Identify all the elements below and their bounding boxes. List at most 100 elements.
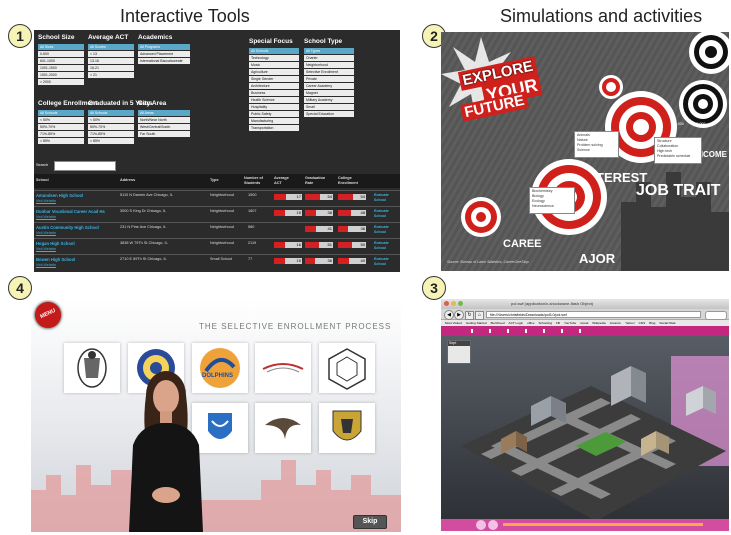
filter-option[interactable]: All Types (304, 48, 354, 54)
filter-option[interactable]: Neighborhood (304, 62, 354, 68)
evaluate-school-link[interactable]: Evaluate School (374, 193, 398, 203)
filter-option[interactable]: 1501-2000 (38, 72, 84, 78)
school-name-link[interactable]: Austin Community High School (36, 225, 99, 230)
filter-option[interactable]: 16-21 (88, 65, 134, 71)
job-trait-list[interactable]: Structure Collaboration High tech Predictab… (654, 137, 702, 164)
filter-option[interactable]: > 21 (88, 72, 134, 78)
back-button[interactable]: ◀ (444, 310, 454, 320)
filter-option[interactable]: 71%-85% (88, 131, 134, 137)
filter-option[interactable]: Special Education (304, 111, 354, 117)
school-logo-card[interactable] (319, 403, 375, 453)
bookmark-item[interactable]: CDS (639, 321, 646, 325)
filter-option[interactable]: All Sizes (38, 44, 84, 50)
school-name-link[interactable]: Dunbar Vocational Career Acad Hs (36, 209, 105, 214)
filter-option[interactable]: 50%-70% (88, 124, 134, 130)
filter-option[interactable]: Business (249, 90, 299, 96)
evaluate-school-link[interactable]: Evaluate School (374, 225, 398, 235)
bookmark-item[interactable]: Yahoo! (625, 321, 635, 325)
list-item[interactable]: Predictable schedule (657, 154, 699, 159)
school-name-link[interactable]: Amundsen High School (36, 193, 83, 198)
menu-button[interactable]: MENU (35, 302, 61, 328)
visit-website-link[interactable]: Visit Website (36, 231, 56, 235)
filter-option[interactable]: 71%-85% (38, 131, 84, 137)
zoom-window-icon[interactable] (458, 301, 463, 306)
filter-option[interactable]: Hospitality (249, 104, 299, 110)
reload-icon[interactable]: ↻ (465, 311, 474, 320)
filter-option[interactable]: Agriculture (249, 69, 299, 75)
school-name-link[interactable]: Hogan High School (36, 241, 75, 246)
school-logo-card[interactable] (319, 343, 375, 393)
bookmark-item[interactable]: ACT Login (509, 321, 524, 325)
bookmark-item[interactable]: Social Ntwk (659, 321, 675, 325)
url-bar[interactable]: file:///Users/chrisfields/Downloads/pol3… (486, 310, 701, 318)
filter-option[interactable]: Public Safety (249, 111, 299, 117)
filter-option[interactable]: 13-16 (88, 58, 134, 64)
bookmark-item[interactable]: Amazon (610, 321, 621, 325)
bookmark-item[interactable]: FB (556, 321, 560, 325)
filter-option[interactable]: Manufacturing (249, 118, 299, 124)
list-item[interactable]: Neuroscience (532, 204, 572, 209)
school-logo-card[interactable] (255, 403, 311, 453)
filter-option[interactable]: 50%-70% (38, 124, 84, 130)
career-list[interactable]: Biochemistry Biology Ecology Neuroscience (529, 187, 575, 214)
skip-button[interactable]: Skip (353, 515, 387, 529)
filter-option[interactable]: All Schools (38, 110, 84, 116)
bookmark-item[interactable]: office (527, 321, 534, 325)
search-field[interactable] (705, 310, 727, 320)
filter-option[interactable]: All Scores (88, 44, 134, 50)
filter-option[interactable]: > 2000 (38, 79, 84, 85)
calendar-widget[interactable]: Sept (447, 340, 471, 364)
col-type[interactable]: Type (210, 178, 219, 183)
filter-option[interactable]: 601-1000 (38, 58, 84, 64)
filter-option[interactable]: All Schools (249, 48, 299, 54)
bookmark-item[interactable]: YouTube (564, 321, 576, 325)
filter-option[interactable]: Music (249, 62, 299, 68)
visit-website-link[interactable]: Visit Website (36, 199, 56, 203)
evaluate-school-link[interactable]: Evaluate School (374, 257, 398, 267)
filter-option[interactable]: Advanced Placement (138, 51, 190, 57)
filter-option[interactable]: Private (304, 76, 354, 82)
col-act[interactable]: Average ACT (274, 176, 296, 186)
evaluate-school-link[interactable]: Evaluate School (374, 209, 398, 219)
col-college[interactable]: College Enrollment (338, 176, 368, 186)
filter-option[interactable]: < 50% (88, 117, 134, 123)
filter-option[interactable]: Architecture (249, 83, 299, 89)
filter-option[interactable]: 1001-1500 (38, 65, 84, 71)
filter-option[interactable]: North/Near North (138, 117, 190, 123)
bookmark-item[interactable]: BuzzFeed (491, 321, 505, 325)
school-logo-card[interactable] (255, 343, 311, 393)
filter-option[interactable]: > 85% (88, 138, 134, 144)
close-window-icon[interactable] (444, 301, 449, 306)
school-name-link[interactable]: Bowen High School (36, 257, 75, 262)
col-address[interactable]: Address (120, 178, 135, 183)
list-item[interactable]: Science (577, 148, 616, 153)
filter-option[interactable]: < 50% (38, 117, 84, 123)
filter-option[interactable]: Transportation (249, 125, 299, 131)
bookmark-item[interactable]: Bing (649, 321, 655, 325)
visit-website-link[interactable]: Visit Website (36, 247, 56, 251)
filter-option[interactable]: Technology (249, 55, 299, 61)
filter-option[interactable]: Far South (138, 131, 190, 137)
filter-option[interactable]: All Schools (88, 110, 134, 116)
filter-option[interactable]: 0-600 (38, 51, 84, 57)
filter-option[interactable]: Career Academy (304, 83, 354, 89)
bookmark-item[interactable]: Getting Started (466, 321, 487, 325)
filter-option[interactable]: < 13 (88, 51, 134, 57)
bookmark-item[interactable]: Wikipedia (592, 321, 605, 325)
visit-website-link[interactable]: Visit Website (36, 263, 56, 267)
filter-option[interactable]: Single Gender (249, 76, 299, 82)
table-row[interactable]: Bowen High School Visit Website 2710 E 89T… (34, 254, 400, 272)
search-input[interactable] (54, 161, 116, 171)
bookmark-item[interactable]: Gmail (580, 321, 588, 325)
bookmark-item[interactable]: Schooling (538, 321, 552, 325)
bookmark-item[interactable]: Most Visited (445, 321, 462, 325)
col-graduation[interactable]: Graduation Rate (305, 176, 333, 186)
filter-option[interactable]: All Areas (138, 110, 190, 116)
filter-option[interactable]: International Baccalaureate (138, 58, 190, 64)
home-icon[interactable]: ⌂ (475, 311, 484, 320)
visit-website-link[interactable]: Visit Website (36, 215, 56, 219)
col-school[interactable]: School (36, 178, 49, 183)
filter-option[interactable]: > 85% (38, 138, 84, 144)
forward-button[interactable]: ▶ (454, 310, 464, 320)
filter-option[interactable]: Selective Enrollment (304, 69, 354, 75)
